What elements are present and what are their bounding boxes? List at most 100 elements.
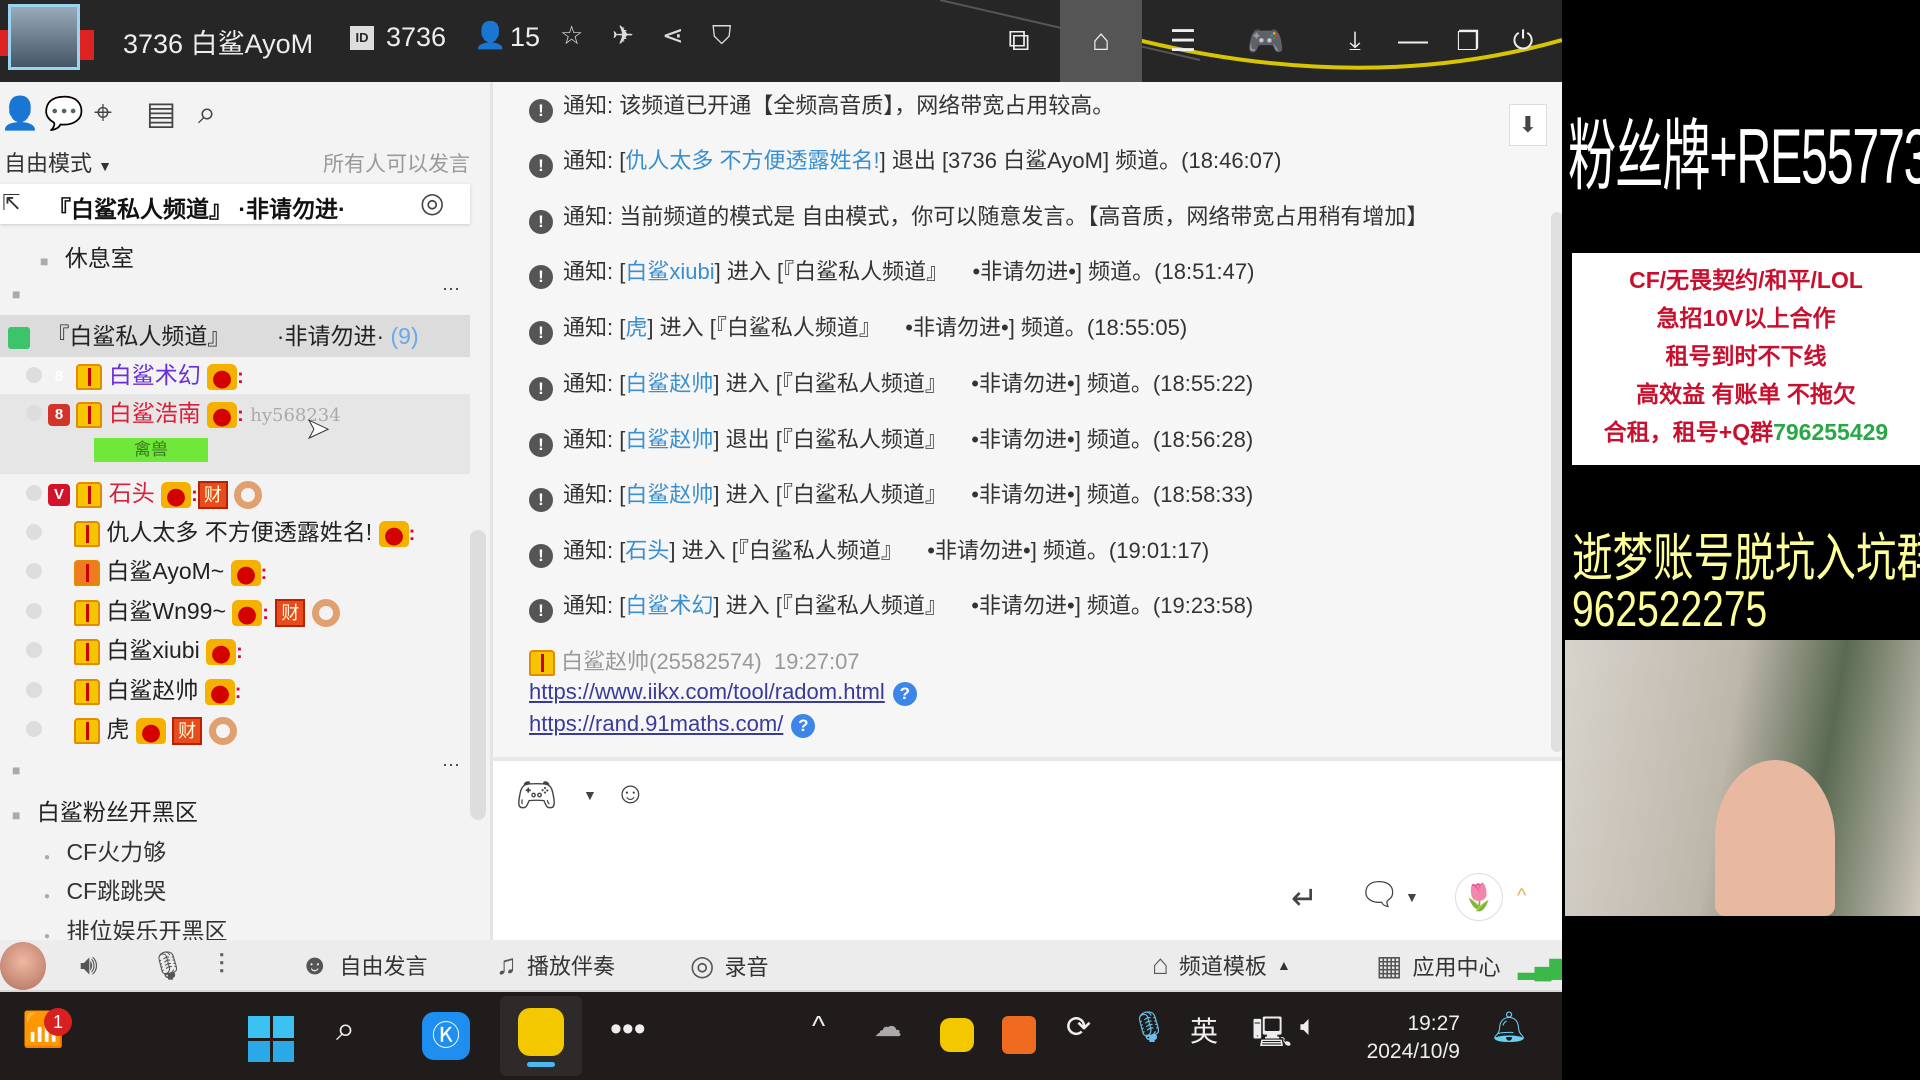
channel-locked[interactable]: ■ ··· [0,278,470,306]
tray-expand-icon[interactable]: ^ [812,1010,825,1042]
user-row[interactable]: V 石头 :财 [0,474,470,512]
user-row[interactable]: 白鲨xiubi : [0,631,470,669]
mixer-button[interactable]: ⫶ [218,949,225,982]
mode-dropdown[interactable]: 自由模式 ▼ [4,146,112,178]
yy-tray-icon[interactable] [940,1018,974,1052]
shield-icon[interactable]: ⛉ [712,20,732,52]
more-apps-icon[interactable]: ••• [610,1010,646,1049]
yy-app-button[interactable] [500,996,582,1076]
kugou-app-icon[interactable]: Ⓚ [422,1012,470,1060]
chat-icon[interactable]: 💬 [44,94,84,132]
star-icon[interactable]: ☆ [560,20,583,51]
user-link[interactable]: 虎 [625,315,647,340]
power-icon[interactable]: ⏻ [1495,16,1551,66]
message-input-area[interactable]: 🎮︎ ▼ ☺ ↵ 🗨 ▼ 🌷 ^ [490,757,1562,940]
flower-gift-icon[interactable]: 🌷 [1455,873,1503,921]
collapse-icon[interactable]: ⇱ [2,190,20,216]
user-row[interactable]: 白鲨Wn99~ : 财 [0,592,470,630]
chevron-down-icon[interactable]: ▼ [1405,889,1419,905]
notes-icon[interactable]: ▤ [146,94,176,132]
record-button[interactable]: ◎ 录音 [690,949,768,982]
sidebar-scrollbar[interactable] [470,530,486,820]
vest-icon [76,401,103,428]
subchannel[interactable]: ● CF跳跳哭 [0,872,470,906]
app-center-button[interactable]: ▦ 应用中心 [1376,949,1500,982]
onedrive-off-icon[interactable]: ☁ [874,1010,902,1043]
user-row[interactable]: 仇人太多 不方便透露姓名! : [0,513,470,551]
windows-start-icon[interactable] [248,1016,294,1062]
channel-avatar[interactable] [8,4,80,70]
user-link[interactable]: 仇人太多 不方便透露姓名! [625,148,879,173]
search-icon[interactable]: ⌕ [336,1010,355,1049]
user-link[interactable]: 石头 [625,538,669,563]
network-icon[interactable]: 🖳 [1252,1010,1292,1061]
free-speak-button[interactable]: ☻ 自由发言 [300,949,427,981]
speaker-button[interactable]: 🔊︎ [80,949,98,982]
volume-icon[interactable]: 🔈︎ [1300,1010,1317,1043]
vip-badge-icon: V [48,483,70,506]
user-link[interactable]: 白鲨赵帅 [625,482,713,507]
help-icon[interactable]: ? [791,714,816,738]
share-icon[interactable]: ⋖ [662,20,684,51]
channel-locked[interactable]: ■ ··· [0,754,470,782]
ai-assistant-icon[interactable]: ☺ [615,777,646,811]
minimize-to-tray-icon[interactable]: ⤓ [1327,16,1383,66]
ime-indicator[interactable]: 英 [1190,1010,1218,1050]
clock[interactable]: 19:27 2024/10/9 [1360,1010,1460,1066]
list-icon[interactable]: ☰ [1155,16,1211,66]
play-music-button[interactable]: ♫ 播放伴奏 [496,949,615,981]
user-avatar[interactable] [0,942,46,990]
microphone-tray-icon[interactable]: 🎙︎ [1130,1010,1168,1045]
scroll-to-bottom-button[interactable]: ⬇ [1509,104,1547,146]
status-dot [26,367,42,383]
user-link[interactable]: 白鲨xiubi [625,259,714,284]
gamepad-icon[interactable]: 🎮 [1238,16,1294,66]
chat-scrollbar[interactable] [1551,212,1562,752]
crown-icon [161,481,192,508]
video-icon[interactable]: ⧉ [991,16,1047,66]
user-link[interactable]: 白鲨术幻 [625,593,713,618]
message-link[interactable]: https://rand.91maths.com/ [529,711,783,736]
chevron-down-icon[interactable]: ▼ [583,787,597,803]
sync-icon[interactable]: ⟳ [1066,1010,1091,1045]
chevron-up-icon[interactable]: ^ [1517,885,1526,908]
game-icon[interactable]: 🎮︎ [515,775,558,815]
user-link[interactable]: 白鲨赵帅 [625,427,713,452]
channel-private[interactable]: 『白鲨私人频道』 ·非请勿进· (9) [0,315,470,357]
user-row[interactable]: 白鲨AyoM~ : [0,552,470,590]
user-row[interactable]: 8 白鲨浩南 : hy568234 禽兽 ➤ [0,394,470,474]
user-row[interactable]: 白鲨赵帅 : [0,671,470,709]
channel-group[interactable]: ■ 白鲨粉丝开黑区 [0,793,470,827]
current-channel-name: 『白鲨私人频道』 ·非请勿进· [48,196,346,222]
search-icon[interactable]: ⌕ [198,94,216,132]
minimize-icon[interactable]: — [1385,16,1441,66]
more-button[interactable]: ··· [442,754,460,775]
music-note-icon: ♫ [496,949,517,980]
avatar-ribbon [0,30,8,56]
more-button[interactable]: ··· [442,278,460,299]
home-icon[interactable]: ⌂ [1060,0,1142,82]
user-row[interactable]: 8 白鲨术幻 : [0,356,470,394]
channel-template-button[interactable]: ⌂ 频道模板 ▲ [1152,949,1291,981]
member-icon[interactable]: 👤 [0,94,40,132]
locate-icon[interactable]: ◎ [420,186,444,219]
subchannel[interactable]: ● CF火力够 [0,833,470,867]
current-channel-header[interactable]: ⇱ 『白鲨私人频道』 ·非请勿进· ◎ [0,184,470,224]
channel-rest-room[interactable]: ■ 休息室 [0,239,470,273]
sender-name[interactable]: 白鲨赵帅(25582574) [561,649,762,674]
location-icon[interactable]: ⌖ [94,94,112,132]
microphone-button[interactable]: 🎙︎ [150,949,186,982]
help-icon[interactable]: ? [892,682,917,706]
tray-app-icon[interactable] [1002,1016,1036,1054]
send-enter-icon[interactable]: ↵ [1291,879,1318,917]
crown-icon [135,717,166,744]
warning-icon: ! [529,265,553,289]
notification-bell-icon[interactable]: 🔔︎ [1490,1010,1528,1045]
user-row[interactable]: 虎 财 [0,710,470,748]
plane-icon[interactable]: ✈ [612,20,634,51]
message-link[interactable]: https://www.iikx.com/tool/radom.html [529,679,885,704]
user-link[interactable]: 白鲨赵帅 [625,371,713,396]
speech-bubble-icon[interactable]: 🗨 [1359,875,1400,913]
restore-icon[interactable]: ❐ [1440,16,1496,66]
subchannel[interactable]: ● 排位娱乐开黑区 [0,912,470,940]
